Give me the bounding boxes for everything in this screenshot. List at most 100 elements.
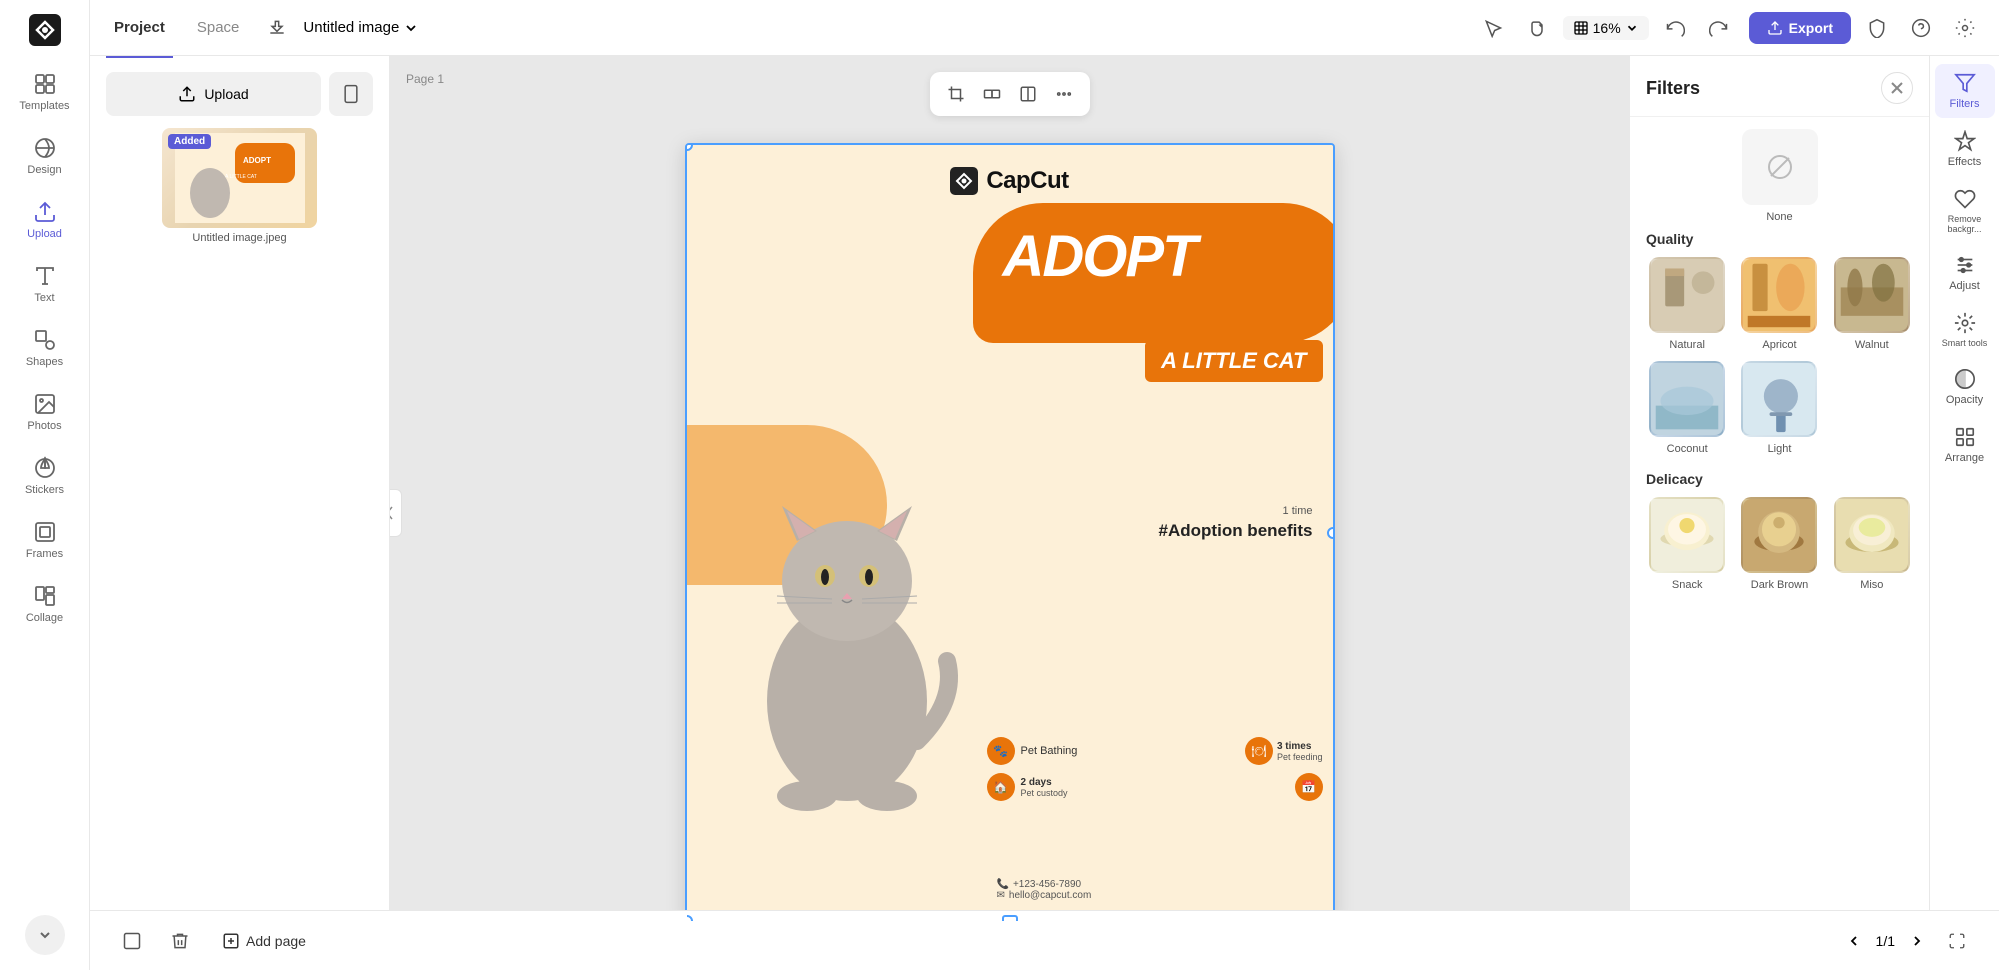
delete-page-button[interactable] — [162, 923, 198, 959]
natural-thumb — [1649, 257, 1725, 333]
right-sidebar-filters[interactable]: Filters — [1935, 64, 1995, 118]
none-thumb — [1742, 129, 1818, 205]
right-sidebar-arrange[interactable]: Arrange — [1935, 418, 1995, 472]
right-sidebar-adjust[interactable]: Adjust — [1935, 246, 1995, 300]
templates-icon — [33, 72, 57, 96]
apricot-label: Apricot — [1762, 339, 1796, 351]
tab-space[interactable]: Space — [189, 15, 248, 40]
adoption-hashtag: #Adoption benefits — [1159, 521, 1313, 541]
filter-item-none[interactable]: None — [1646, 129, 1913, 223]
upload-button[interactable]: Upload — [106, 72, 321, 116]
sidebar-item-collage[interactable]: Collage — [5, 574, 85, 634]
add-page-button[interactable]: Add page — [210, 926, 318, 956]
sidebar-item-text[interactable]: Text — [5, 254, 85, 314]
settings-button[interactable] — [1947, 10, 1983, 46]
miso-label: Miso — [1860, 579, 1883, 591]
cursor-icon — [1483, 18, 1503, 38]
flip-icon — [1019, 85, 1037, 103]
light-label: Light — [1768, 443, 1792, 455]
filter-item-walnut[interactable]: Walnut — [1831, 257, 1913, 351]
hand-tool-button[interactable] — [1519, 10, 1555, 46]
canvas-content: CapCut ADOPT A LITTLE CAT — [687, 145, 1333, 921]
document-name[interactable]: Untitled image — [303, 19, 419, 36]
undo-button[interactable] — [1657, 10, 1693, 46]
canvas-area: Page 1 CapCut — [390, 56, 1629, 970]
sidebar-item-templates[interactable]: Templates — [5, 62, 85, 122]
add-page-icon — [222, 932, 240, 950]
collapse-sidebar-button[interactable] — [25, 915, 65, 955]
sidebar-item-design[interactable]: Design — [5, 126, 85, 186]
design-icon — [33, 136, 57, 160]
crop-icon — [947, 85, 965, 103]
settings-icon — [1955, 18, 1975, 38]
filters-close-button[interactable] — [1881, 72, 1913, 104]
sidebar-item-stickers[interactable]: Stickers — [5, 446, 85, 506]
crop-button[interactable] — [940, 78, 972, 110]
svg-text:ADOPT: ADOPT — [243, 156, 271, 165]
uploaded-image-item[interactable]: ADOPT A LITTLE CAT Added Untitled image.… — [106, 128, 373, 244]
next-page-button[interactable] — [1903, 927, 1931, 955]
shield-button[interactable] — [1859, 10, 1895, 46]
page-settings-button[interactable] — [114, 923, 150, 959]
zoom-selector[interactable]: 16% — [1563, 16, 1649, 40]
filter-item-apricot[interactable]: Apricot — [1738, 257, 1820, 351]
right-sidebar-opacity[interactable]: Opacity — [1935, 360, 1995, 414]
right-sidebar-remove-bg[interactable]: Remove backgr... — [1935, 180, 1995, 242]
photos-label: Photos — [27, 420, 61, 432]
save-to-cloud-button[interactable] — [259, 10, 295, 46]
filter-item-miso[interactable]: Miso — [1831, 497, 1913, 591]
sidebar-item-photos[interactable]: Photos — [5, 382, 85, 442]
canvas-frame[interactable]: CapCut ADOPT A LITTLE CAT — [685, 143, 1335, 923]
app-logo[interactable] — [25, 10, 65, 50]
phone-row: 📞 +123-456-7890 — [997, 879, 1313, 890]
more-options-button[interactable] — [1048, 78, 1080, 110]
export-button[interactable]: Export — [1749, 12, 1851, 44]
left-sidebar: Templates Design Upload Text — [0, 0, 90, 970]
image-filename: Untitled image.jpeg — [192, 232, 286, 244]
filter-item-natural[interactable]: Natural — [1646, 257, 1728, 351]
snack-thumb — [1649, 497, 1725, 573]
coconut-preview — [1651, 361, 1723, 437]
transform-button[interactable] — [976, 78, 1008, 110]
remove-bg-icon — [1954, 188, 1976, 210]
right-sidebar-effects[interactable]: Effects — [1935, 122, 1995, 176]
adoption-items: 🐾 Pet Bathing 🍽 3 times Pet feeding 🏠 — [987, 737, 1323, 801]
delicacy-filter-grid: Snack Dark Brown — [1646, 497, 1913, 591]
flip-button[interactable] — [1012, 78, 1044, 110]
image-thumbnail[interactable]: ADOPT A LITTLE CAT Added — [162, 128, 317, 228]
bathing-icon-circle: 🐾 — [987, 737, 1015, 765]
right-sidebar-smart-tools[interactable]: Smart tools — [1935, 304, 1995, 356]
feeding-info: 3 times Pet feeding — [1277, 741, 1323, 762]
svg-text:A LITTLE CAT: A LITTLE CAT — [225, 174, 257, 180]
natural-label: Natural — [1669, 339, 1704, 351]
filter-item-light[interactable]: Light — [1738, 361, 1820, 455]
redo-button[interactable] — [1701, 10, 1737, 46]
light-thumb — [1741, 361, 1817, 437]
filter-item-snack[interactable]: Snack — [1646, 497, 1728, 591]
cursor-tool-button[interactable] — [1475, 10, 1511, 46]
collage-icon — [33, 584, 57, 608]
custody-icon-circle: 🏠 — [987, 773, 1015, 801]
miso-preview — [1836, 497, 1908, 573]
sidebar-item-shapes[interactable]: Shapes — [5, 318, 85, 378]
fullscreen-button[interactable] — [1939, 923, 1975, 959]
snack-preview — [1651, 497, 1723, 573]
help-button[interactable] — [1903, 10, 1939, 46]
none-label: None — [1766, 211, 1792, 223]
sidebar-item-frames[interactable]: Frames — [5, 510, 85, 570]
handle-right-mid[interactable] — [1327, 527, 1335, 539]
filter-item-dark-brown[interactable]: Dark Brown — [1738, 497, 1820, 591]
stickers-icon — [33, 456, 57, 480]
filter-item-coconut[interactable]: Coconut — [1646, 361, 1728, 455]
undo-icon — [1665, 18, 1685, 38]
stickers-label: Stickers — [25, 484, 64, 496]
prev-page-button[interactable] — [1840, 927, 1868, 955]
tab-project[interactable]: Project — [106, 15, 173, 40]
sidebar-item-upload[interactable]: Upload — [5, 190, 85, 250]
capcut-x-icon — [950, 167, 978, 195]
panel-collapse-button[interactable] — [390, 489, 402, 537]
feeding-item: 🍽 3 times Pet feeding — [1245, 737, 1323, 765]
mobile-upload-button[interactable] — [329, 72, 373, 116]
filters-panel: Filters None Quality — [1629, 56, 1929, 970]
walnut-label: Walnut — [1855, 339, 1889, 351]
